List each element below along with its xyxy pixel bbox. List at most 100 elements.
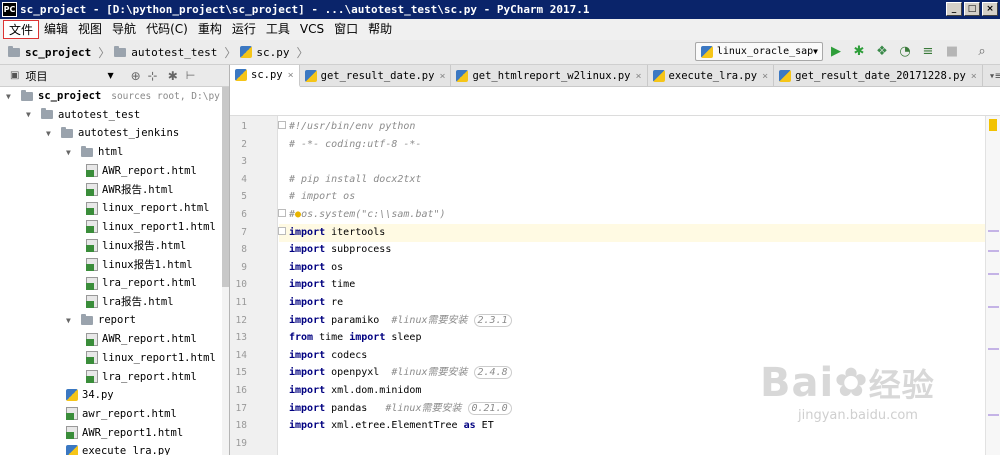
code-line[interactable]: import paramiko #linux需要安装 2.3.1 bbox=[279, 312, 985, 330]
expand-arrow-icon[interactable]: ▼ bbox=[66, 148, 76, 157]
tree-file-item[interactable]: linux_report1.html bbox=[86, 349, 216, 367]
code-line[interactable]: import os bbox=[279, 259, 985, 277]
code-line[interactable]: # -*- coding:utf-8 -*- bbox=[279, 136, 985, 154]
tree-file-item[interactable]: lra_report.html bbox=[86, 368, 197, 386]
warning-marker[interactable] bbox=[989, 119, 997, 131]
tree-file-item[interactable]: linux报告.html bbox=[86, 237, 186, 255]
sync-icon[interactable]: ⊕ bbox=[131, 69, 141, 83]
close-icon[interactable]: × bbox=[971, 71, 977, 82]
menu-vcs[interactable]: VCS bbox=[295, 20, 329, 39]
folder-icon bbox=[114, 45, 127, 57]
python-file-icon bbox=[304, 70, 317, 82]
menu-run[interactable]: 运行 bbox=[227, 20, 261, 39]
tree-file-item[interactable]: execute_lra.py bbox=[66, 442, 171, 455]
debug-icon[interactable]: ✱ bbox=[851, 43, 867, 59]
change-marker[interactable] bbox=[988, 230, 999, 232]
menu-view[interactable]: 视图 bbox=[73, 20, 107, 39]
menu-code[interactable]: 代码(C) bbox=[141, 20, 193, 39]
tree-folder-item[interactable]: ▼ autotest_test bbox=[26, 106, 140, 124]
code-line[interactable]: #!/usr/bin/env python bbox=[279, 118, 985, 136]
tree-file-item[interactable]: AWR_report1.html bbox=[66, 424, 183, 442]
tab-execute-lra[interactable]: execute_lra.py × bbox=[648, 65, 775, 87]
menu-help[interactable]: 帮助 bbox=[363, 20, 397, 39]
change-marker[interactable] bbox=[988, 273, 999, 275]
tree-file-item[interactable]: lra_report.html bbox=[86, 274, 197, 292]
change-marker[interactable] bbox=[988, 348, 999, 350]
breadcrumb-project[interactable]: sc_project bbox=[8, 45, 92, 59]
expand-arrow-icon[interactable]: ▼ bbox=[66, 316, 76, 325]
menu-navigate[interactable]: 导航 bbox=[107, 20, 141, 39]
code-line[interactable]: #●os.system("c:\\sam.bat") bbox=[279, 206, 985, 224]
tree-folder-item[interactable]: ▼ html bbox=[66, 143, 123, 161]
lightbulb-icon[interactable]: ● bbox=[295, 206, 301, 224]
tree-file-item[interactable]: linux_report1.html bbox=[86, 218, 216, 236]
close-icon[interactable]: × bbox=[288, 70, 294, 81]
close-icon[interactable]: × bbox=[762, 71, 768, 82]
code-line[interactable]: from time import sleep bbox=[279, 329, 985, 347]
tree-file-item[interactable]: 34.py bbox=[66, 386, 114, 404]
expand-arrow-icon[interactable]: ▼ bbox=[26, 110, 36, 119]
close-icon[interactable]: × bbox=[636, 71, 642, 82]
chevron-down-icon[interactable]: ▼ bbox=[107, 71, 113, 80]
hide-panel-icon[interactable]: ⊢ bbox=[186, 69, 196, 82]
code-line[interactable]: import itertools bbox=[279, 223, 985, 242]
tree-item-label: autotest_test bbox=[58, 108, 141, 121]
close-button[interactable]: × bbox=[982, 2, 998, 16]
menu-edit[interactable]: 编辑 bbox=[39, 20, 73, 39]
menu-file[interactable]: 文件 bbox=[3, 20, 40, 39]
code-line[interactable]: # pip install docx2txt bbox=[279, 171, 985, 189]
tree-folder-item[interactable]: ▼ report bbox=[66, 311, 136, 329]
editor-tabs: sc.py × get_result_date.py × get_htmlrep… bbox=[230, 65, 1000, 87]
fold-marker-icon[interactable] bbox=[278, 227, 286, 235]
code-line[interactable] bbox=[279, 153, 985, 171]
pycharm-app-icon[interactable]: PC bbox=[2, 2, 17, 17]
tree-file-item[interactable]: AWR_report.html bbox=[86, 162, 197, 180]
menu-refactor[interactable]: 重构 bbox=[193, 20, 227, 39]
coverage-icon[interactable]: ❖ bbox=[874, 43, 890, 59]
gear-icon[interactable]: ✱ bbox=[168, 69, 178, 83]
code-line[interactable]: import time bbox=[279, 276, 985, 294]
menu-tools[interactable]: 工具 bbox=[261, 20, 295, 39]
minimize-button[interactable]: _ bbox=[946, 2, 962, 16]
run-icon[interactable]: ▶ bbox=[828, 43, 844, 59]
tree-file-item[interactable]: AWR报告.html bbox=[86, 181, 174, 199]
tree-file-item[interactable]: awr_report.html bbox=[66, 405, 177, 423]
run-configuration-select[interactable]: linux_oracle_sap ▼ bbox=[695, 42, 823, 61]
tab-sc-py[interactable]: sc.py × bbox=[230, 65, 300, 87]
expand-arrow-icon[interactable]: ▼ bbox=[46, 129, 56, 138]
code-line[interactable]: # import os bbox=[279, 188, 985, 206]
tree-file-item[interactable]: linux报告1.html bbox=[86, 255, 193, 273]
maximize-button[interactable]: □ bbox=[964, 2, 980, 16]
change-marker[interactable] bbox=[988, 306, 999, 308]
menubar: 文件 编辑 视图 导航 代码(C) 重构 运行 工具 VCS 窗口 帮助 bbox=[0, 19, 1000, 40]
tab-get-htmlreport-w2linux[interactable]: get_htmlreport_w2linux.py × bbox=[451, 65, 648, 87]
line-number: 4 bbox=[241, 173, 247, 185]
tab-get-result-date[interactable]: get_result_date.py × bbox=[300, 65, 452, 87]
stop-icon[interactable]: ■ bbox=[944, 43, 960, 59]
tree-folder-item[interactable]: ▼ autotest_jenkins bbox=[46, 124, 179, 142]
fold-marker-icon[interactable] bbox=[278, 121, 286, 129]
tree-file-item[interactable]: linux_report.html bbox=[86, 199, 209, 217]
tab-get-result-date-20171228[interactable]: get_result_date_20171228.py × bbox=[774, 65, 983, 87]
close-icon[interactable]: × bbox=[439, 71, 445, 82]
code-line[interactable]: import subprocess bbox=[279, 241, 985, 259]
fold-marker-icon[interactable] bbox=[278, 209, 286, 217]
breadcrumb-folder[interactable]: autotest_test bbox=[114, 45, 217, 59]
collapse-all-icon[interactable]: ⊹ bbox=[148, 69, 158, 83]
profile-icon[interactable]: ◔ bbox=[897, 43, 913, 59]
breadcrumb-file[interactable]: sc.py bbox=[240, 46, 289, 59]
line-number: 12 bbox=[235, 314, 247, 326]
code-line[interactable]: import re bbox=[279, 294, 985, 312]
breadcrumb-project-label: sc_project bbox=[25, 45, 92, 59]
expand-arrow-icon[interactable]: ▼ bbox=[6, 92, 16, 101]
project-panel-title[interactable]: 项目 bbox=[25, 68, 47, 84]
tree-file-item[interactable]: lra报告.html bbox=[86, 293, 174, 311]
tabs-overflow-menu[interactable]: ▾≡4 bbox=[983, 65, 1000, 87]
tree-folder-item[interactable]: ▼ sc_project sources root, D:\py bbox=[6, 87, 220, 105]
concurrency-icon[interactable]: ≡ bbox=[920, 43, 936, 59]
search-icon[interactable]: ⌕ bbox=[974, 43, 990, 59]
menu-window[interactable]: 窗口 bbox=[329, 20, 363, 39]
tree-file-item[interactable]: AWR_report.html bbox=[86, 330, 197, 348]
tree-item-label: execute_lra.py bbox=[82, 445, 171, 455]
change-marker[interactable] bbox=[988, 250, 999, 252]
